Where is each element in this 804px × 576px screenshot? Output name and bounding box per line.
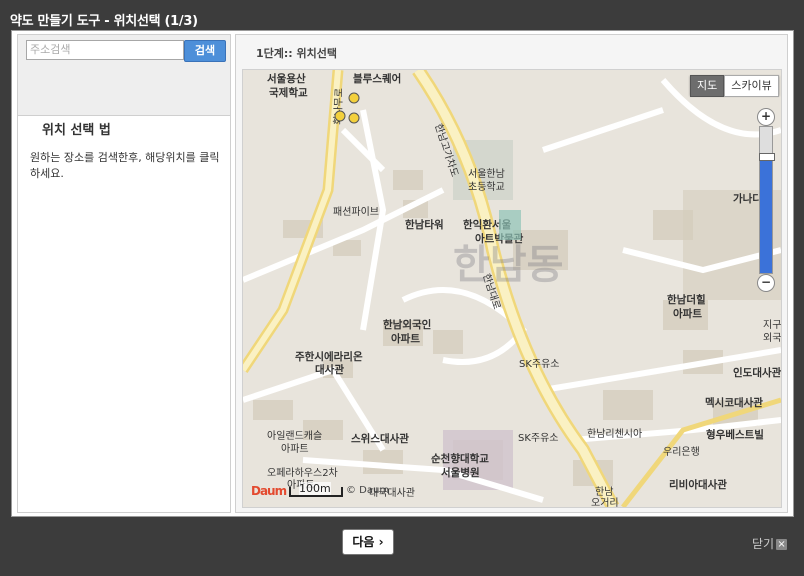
svg-text:대사관: 대사관: [315, 363, 344, 376]
right-panel: 1단계:: 위치선택 서울용산 국제학교 블루스퀘어 한남고가차도 서울한남 초…: [235, 34, 788, 513]
svg-text:리비아대사관: 리비아대사관: [669, 478, 727, 491]
step-title: 1단계:: 위치선택: [256, 47, 338, 60]
svg-text:SK주유소: SK주유소: [519, 358, 560, 370]
map-type-map-button[interactable]: 지도: [690, 75, 725, 97]
map-type-switch: 지도 스카이뷰: [690, 75, 779, 97]
svg-text:오거리: 오거리: [591, 497, 619, 507]
zoom-out-button[interactable]: −: [757, 274, 775, 292]
close-button[interactable]: 닫기 ×: [752, 535, 788, 552]
svg-text:아파트: 아파트: [673, 307, 702, 320]
search-button[interactable]: 검색: [184, 40, 226, 62]
svg-text:아일랜드캐슬: 아일랜드캐슬: [267, 430, 322, 442]
zoom-level-fill: [760, 155, 772, 273]
svg-text:주한시에라리온: 주한시에라리온: [295, 350, 363, 363]
svg-text:형우베스트빌: 형우베스트빌: [706, 428, 764, 441]
svg-text:순천향대학교: 순천향대학교: [431, 452, 489, 465]
zoom-slider[interactable]: [759, 126, 775, 274]
svg-text:한남: 한남: [595, 486, 613, 498]
svg-text:스위스대사관: 스위스대사관: [351, 432, 409, 445]
svg-text:초등학교: 초등학교: [468, 181, 505, 193]
next-button[interactable]: 다음 ›: [342, 529, 394, 555]
close-icon[interactable]: ×: [776, 539, 788, 550]
svg-text:SK주유소: SK주유소: [518, 432, 559, 444]
help-text: 원하는 장소를 검색한후, 해당위치를 클릭하세요.: [30, 151, 220, 180]
svg-text:서울한남: 서울한남: [468, 168, 505, 180]
close-label: 닫기: [752, 537, 775, 551]
svg-text:인도대사관: 인도대사관: [733, 366, 781, 379]
svg-text:우리은행: 우리은행: [663, 446, 700, 458]
svg-text:지구: 지구: [763, 319, 781, 331]
search-input[interactable]: [26, 40, 184, 60]
svg-text:아파트: 아파트: [391, 332, 420, 345]
map-view[interactable]: 서울용산 국제학교 블루스퀘어 한남고가차도 서울한남 초등학교 패션파이브 한…: [242, 69, 782, 508]
zoom-slider-handle[interactable]: [759, 153, 775, 161]
svg-text:블루스퀘어: 블루스퀘어: [353, 72, 401, 85]
scale-label: 100m: [299, 482, 331, 495]
daum-logo: Daum: [251, 484, 287, 498]
svg-text:한남리첸시아: 한남리첸시아: [587, 428, 642, 440]
map-type-skyview-button[interactable]: 스카이뷰: [724, 75, 779, 97]
svg-text:한남타워: 한남타워: [405, 218, 444, 231]
window-title: 약도 만들기 도구 - 위치선택 (1/3): [10, 14, 198, 29]
svg-text:국제학교: 국제학교: [269, 86, 308, 99]
window-titlebar: 약도 만들기 도구 - 위치선택 (1/3): [0, 0, 804, 30]
svg-text:오페라하우스2차: 오페라하우스2차: [267, 466, 338, 479]
map-copyright: © Daum: [346, 485, 390, 496]
help-title: 위치 선택 법: [42, 123, 111, 138]
svg-text:멕시코대사관: 멕시코대사관: [705, 396, 763, 409]
svg-text:한남외국인: 한남외국인: [383, 318, 431, 331]
zoom-control: + −: [757, 108, 775, 292]
zoom-in-button[interactable]: +: [757, 108, 775, 126]
svg-text:서울용산: 서울용산: [267, 72, 306, 85]
svg-text:한남더힐: 한남더힐: [667, 293, 706, 306]
map-canvas[interactable]: 서울용산 국제학교 블루스퀘어 한남고가차도 서울한남 초등학교 패션파이브 한…: [243, 70, 781, 507]
svg-text:서울병원: 서울병원: [441, 466, 480, 479]
search-area: 검색: [18, 35, 230, 116]
svg-text:외국: 외국: [763, 332, 781, 344]
left-panel: 검색 위치 선택 법 원하는 장소를 검색한후, 해당위치를 클릭하세요.: [17, 34, 231, 513]
district-label: 한남동: [453, 242, 563, 288]
svg-text:패션파이브: 패션파이브: [333, 206, 379, 218]
svg-text:아파트: 아파트: [281, 443, 309, 455]
